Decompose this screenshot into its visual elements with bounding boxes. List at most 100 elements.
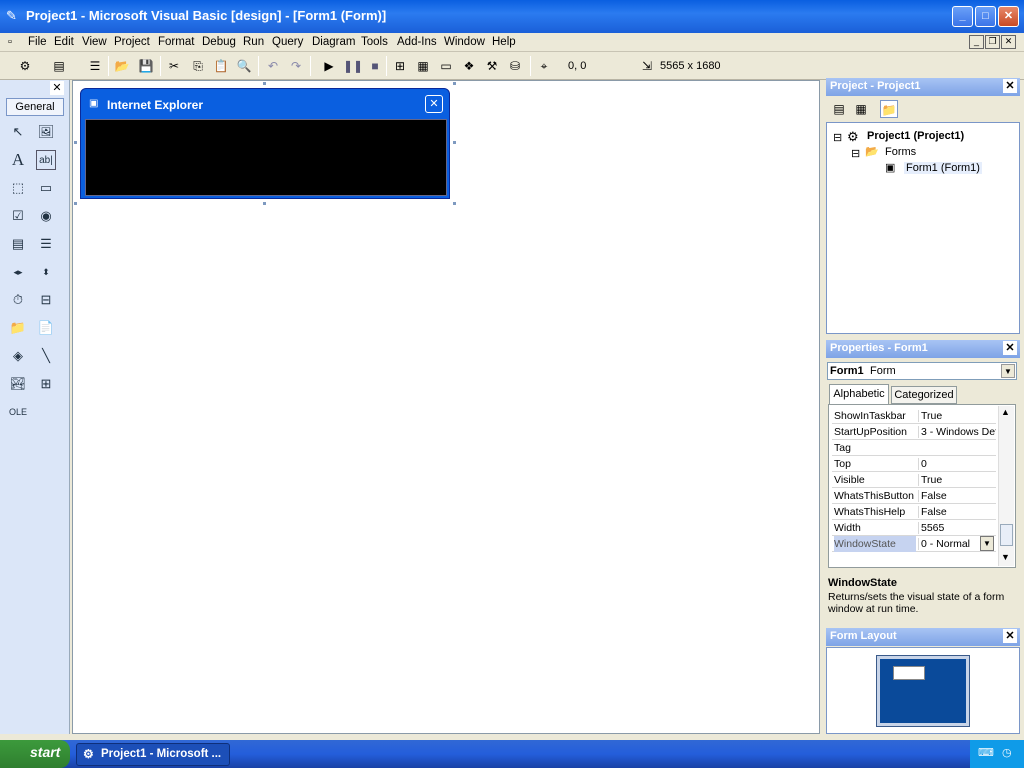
form-client-area[interactable]: [85, 119, 447, 196]
pointer-icon[interactable]: ↖: [8, 122, 28, 142]
project-root-label[interactable]: Project1 (Project1): [867, 130, 964, 142]
image-icon[interactable]: 🏞: [8, 374, 28, 394]
mdi-restore-button[interactable]: ❐: [985, 35, 1000, 49]
toolbox-icon[interactable]: ⚒: [483, 57, 501, 75]
menu-window[interactable]: Window: [444, 36, 485, 48]
property-row[interactable]: Width 5565: [832, 520, 996, 536]
resize-handle[interactable]: [452, 81, 457, 86]
toolbox-close-icon[interactable]: ✕: [50, 81, 64, 95]
menu-edit[interactable]: Edit: [54, 36, 74, 48]
form-close-icon[interactable]: ✕: [425, 95, 443, 113]
form1-window[interactable]: ▣ Internet Explorer ✕: [80, 88, 450, 199]
property-row[interactable]: Visible True: [832, 472, 996, 488]
drivelistbox-icon[interactable]: ⊟: [36, 290, 56, 310]
scroll-down-icon[interactable]: ▼: [1001, 552, 1010, 562]
commandbutton-icon[interactable]: ▭: [36, 178, 56, 198]
collapse-icon[interactable]: ⊟: [833, 131, 842, 144]
scroll-up-icon[interactable]: ▲: [1001, 407, 1010, 417]
redo-icon[interactable]: ↷: [287, 57, 305, 75]
tab-categorized[interactable]: Categorized: [891, 386, 957, 404]
stop-icon[interactable]: ■: [366, 57, 384, 75]
close-button[interactable]: ✕: [998, 6, 1019, 27]
paste-icon[interactable]: 📋: [212, 57, 230, 75]
save-project-icon[interactable]: 💾: [137, 57, 155, 75]
cut-icon[interactable]: ✂: [165, 57, 183, 75]
title-bar[interactable]: ✎ Project1 - Microsoft Visual Basic [des…: [0, 0, 1024, 33]
resize-handle[interactable]: [262, 81, 267, 86]
property-row[interactable]: WhatsThisButton False: [832, 488, 996, 504]
vscrollbar-icon[interactable]: ⬍: [36, 262, 56, 282]
tab-alphabetic[interactable]: Alphabetic: [829, 384, 889, 404]
resize-handle[interactable]: [73, 201, 78, 206]
menu-format[interactable]: Format: [158, 36, 194, 48]
menu-tools[interactable]: Tools: [361, 36, 388, 48]
add-project-icon[interactable]: ⚙: [16, 57, 34, 75]
undo-icon[interactable]: ↶: [264, 57, 282, 75]
find-icon[interactable]: 🔍: [235, 57, 253, 75]
property-row[interactable]: ShowInTaskbar True: [832, 408, 996, 424]
open-project-icon[interactable]: 📂: [113, 57, 131, 75]
dirlistbox-icon[interactable]: 📁: [8, 318, 28, 338]
chevron-down-icon[interactable]: ▼: [980, 536, 994, 551]
data-control-icon[interactable]: ⊞: [36, 374, 56, 394]
taskbar-item-project1[interactable]: ⚙ Project1 - Microsoft ...: [76, 743, 230, 766]
project-explorer-icon[interactable]: ⊞: [391, 57, 409, 75]
mdi-close-button[interactable]: ✕: [1001, 35, 1016, 49]
toggle-folders-icon[interactable]: 📁: [880, 100, 898, 118]
object-selector[interactable]: Form1 Form ▼: [827, 362, 1017, 380]
menu-addins[interactable]: Add-Ins: [397, 36, 437, 48]
combobox-icon[interactable]: ▤: [8, 234, 28, 254]
menu-file[interactable]: File: [28, 36, 47, 48]
menu-help[interactable]: Help: [492, 36, 516, 48]
ole-icon[interactable]: OLE: [8, 402, 28, 422]
listbox-icon[interactable]: ☰: [36, 234, 56, 254]
shape-icon[interactable]: ◈: [8, 346, 28, 366]
resize-handle[interactable]: [452, 201, 457, 206]
resize-handle[interactable]: [262, 201, 267, 206]
run-icon[interactable]: ▶: [320, 57, 338, 75]
menu-query[interactable]: Query: [272, 36, 303, 48]
form-position-preview[interactable]: [893, 666, 925, 680]
checkbox-icon[interactable]: ☑: [8, 206, 28, 226]
view-code-icon[interactable]: ▤: [830, 100, 848, 118]
keyboard-icon[interactable]: ⌨: [978, 746, 994, 759]
resize-handle[interactable]: [452, 140, 457, 145]
menu-diagram[interactable]: Diagram: [312, 36, 355, 48]
resize-handle[interactable]: [73, 140, 78, 145]
scroll-thumb[interactable]: [1000, 524, 1013, 546]
data-view-icon[interactable]: ⛁: [506, 57, 524, 75]
frame-icon[interactable]: ⬚: [8, 178, 28, 198]
menu-run[interactable]: Run: [243, 36, 264, 48]
collapse-icon[interactable]: ⊟: [851, 147, 860, 160]
filelistbox-icon[interactable]: 📄: [36, 318, 56, 338]
textbox-icon[interactable]: ab|: [36, 150, 56, 170]
form-layout-icon[interactable]: ▭: [437, 57, 455, 75]
properties-window-icon[interactable]: ▦: [414, 57, 432, 75]
menu-debug[interactable]: Debug: [202, 36, 236, 48]
document-icon[interactable]: ▫: [8, 36, 12, 48]
line-icon[interactable]: ╲: [36, 346, 56, 366]
form-layout-close-icon[interactable]: ✕: [1003, 629, 1017, 643]
clock-icon[interactable]: ◷: [1002, 746, 1012, 759]
add-form-icon[interactable]: ▤: [50, 57, 68, 75]
forms-folder-label[interactable]: Forms: [885, 146, 916, 158]
property-row-selected[interactable]: WindowState 0 - Normal ▼: [832, 536, 996, 552]
project-close-icon[interactable]: ✕: [1003, 79, 1017, 93]
menu-editor-icon[interactable]: ☰: [86, 57, 104, 75]
view-object-icon[interactable]: ▦: [852, 100, 870, 118]
property-row[interactable]: StartUpPosition 3 - Windows Def: [832, 424, 996, 440]
minimize-button[interactable]: _: [952, 6, 973, 27]
copy-icon[interactable]: ⎘: [189, 57, 207, 75]
toolbox-tab-general[interactable]: General: [6, 98, 64, 116]
timer-icon[interactable]: ⏱: [8, 290, 28, 310]
properties-close-icon[interactable]: ✕: [1003, 341, 1017, 355]
object-browser-icon[interactable]: ❖: [460, 57, 478, 75]
mdi-minimize-button[interactable]: _: [969, 35, 984, 49]
property-scrollbar[interactable]: ▲ ▼: [998, 406, 1014, 566]
maximize-button[interactable]: □: [975, 6, 996, 27]
optionbutton-icon[interactable]: ◉: [36, 206, 56, 226]
hscrollbar-icon[interactable]: ◂▸: [8, 262, 28, 282]
break-icon[interactable]: ❚❚: [343, 57, 363, 75]
menu-view[interactable]: View: [82, 36, 107, 48]
property-row[interactable]: Tag: [832, 440, 996, 456]
